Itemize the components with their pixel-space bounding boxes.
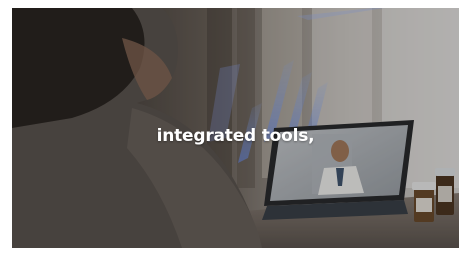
video-frame: integrated tools, [12, 8, 459, 248]
video-caption: integrated tools, [156, 126, 315, 146]
